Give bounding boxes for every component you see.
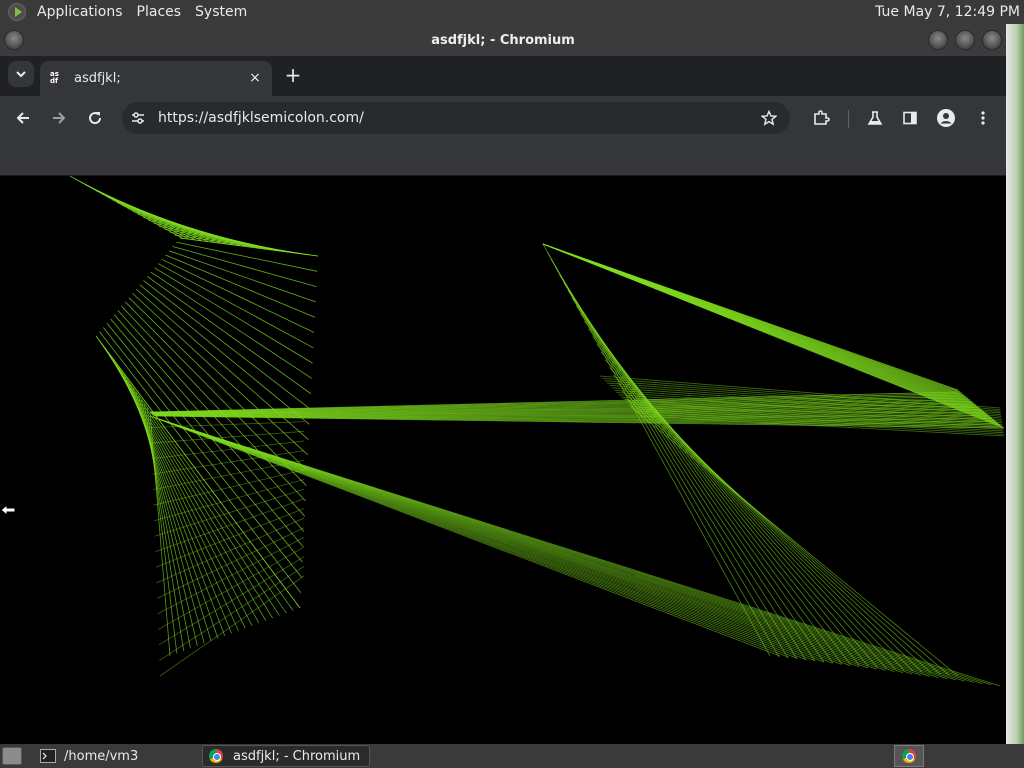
browser-toolbar: https://asdfjklsemicolon.com/	[0, 96, 1006, 140]
art-line	[159, 566, 305, 661]
art-line	[106, 322, 303, 563]
tab-close-icon[interactable]: ×	[246, 69, 264, 87]
page-viewport[interactable]	[0, 176, 1006, 744]
applications-logo-icon[interactable]	[8, 3, 26, 21]
forward-button[interactable]	[46, 105, 72, 131]
art-line	[146, 276, 312, 395]
art-line	[621, 390, 941, 675]
menu-applications[interactable]: Applications	[30, 0, 130, 24]
task-label: /home/vm3	[64, 748, 139, 764]
star-icon	[761, 110, 777, 126]
extensions-button[interactable]	[808, 105, 834, 131]
task-terminal[interactable]: /home/vm3	[34, 745, 198, 767]
chevron-down-icon	[16, 71, 26, 78]
side-panel-button[interactable]	[897, 105, 923, 131]
task-chromium[interactable]: asdfjkl; - Chromium	[202, 745, 370, 767]
art-line	[157, 537, 305, 615]
show-desktop-button[interactable]	[2, 747, 22, 765]
back-button[interactable]	[10, 105, 36, 131]
flask-icon	[867, 111, 883, 125]
profile-icon	[937, 109, 955, 127]
top-panel: Applications Places System Tue May 7, 12…	[0, 0, 1024, 24]
art-line	[95, 335, 301, 609]
menu-system[interactable]: System	[188, 0, 254, 24]
url-text[interactable]: https://asdfjklsemicolon.com/	[158, 110, 364, 126]
minimize-button[interactable]	[928, 30, 948, 50]
window-titlebar[interactable]: asdfjkl; - Chromium	[0, 24, 1006, 56]
task-label: asdfjkl; - Chromium	[233, 748, 361, 764]
art-line	[154, 267, 313, 364]
site-info-button[interactable]	[126, 110, 150, 126]
profile-button[interactable]	[933, 105, 959, 131]
art-line	[592, 336, 878, 668]
art-line	[139, 284, 310, 425]
art-line	[157, 263, 314, 349]
tab-search-button[interactable]	[8, 61, 34, 87]
art-line	[154, 488, 305, 537]
kebab-menu-icon	[981, 111, 985, 125]
reload-icon	[89, 112, 102, 125]
terminal-icon	[40, 749, 56, 763]
browser-window: asdfjkl; - Chromium as df asdfjkl; × + h…	[0, 24, 1006, 744]
art-line	[159, 575, 305, 677]
arrow-left-icon	[16, 112, 29, 124]
reload-button[interactable]	[82, 105, 108, 131]
browser-menu-button[interactable]	[970, 105, 996, 131]
art-line	[143, 280, 311, 410]
site-favicon-icon: as df	[50, 69, 59, 85]
string-art-canvas	[69, 176, 1005, 687]
window-menu-button[interactable]	[4, 30, 24, 50]
arrow-right-icon	[53, 112, 66, 124]
new-tab-button[interactable]: +	[282, 63, 304, 87]
menu-places[interactable]: Places	[130, 0, 189, 24]
tune-icon	[132, 112, 144, 124]
art-line	[158, 556, 305, 646]
art-line	[121, 305, 306, 502]
art-line	[155, 498, 305, 553]
maximize-button[interactable]	[955, 30, 975, 50]
art-line	[158, 546, 305, 630]
art-line	[542, 243, 771, 657]
tab-title: asdfjkl;	[74, 71, 121, 86]
bookmarks-bar	[0, 140, 1006, 176]
art-line	[179, 425, 1001, 687]
labs-button[interactable]	[862, 105, 888, 131]
toolbar-separator	[848, 110, 849, 128]
chromium-icon	[209, 749, 225, 763]
close-window-button[interactable]	[982, 30, 1002, 50]
art-line	[168, 250, 316, 303]
desktop-background	[1006, 24, 1024, 744]
address-bar[interactable]: https://asdfjklsemicolon.com/	[122, 102, 790, 134]
art-line	[155, 508, 305, 568]
bottom-panel: /home/vm3 asdfjkl; - Chromium	[0, 744, 1024, 768]
side-panel-icon	[903, 111, 917, 125]
tray-chromium-icon[interactable]	[894, 745, 924, 767]
window-title: asdfjkl; - Chromium	[431, 32, 575, 48]
bookmark-star-button[interactable]	[756, 105, 782, 131]
tab-strip: as df asdfjkl; × +	[0, 56, 1006, 96]
puzzle-icon	[814, 110, 830, 125]
tab-active[interactable]: as df asdfjkl; ×	[40, 61, 272, 96]
mouse-cursor-icon	[0, 502, 16, 518]
panel-clock[interactable]: Tue May 7, 12:49 PM	[875, 4, 1024, 20]
